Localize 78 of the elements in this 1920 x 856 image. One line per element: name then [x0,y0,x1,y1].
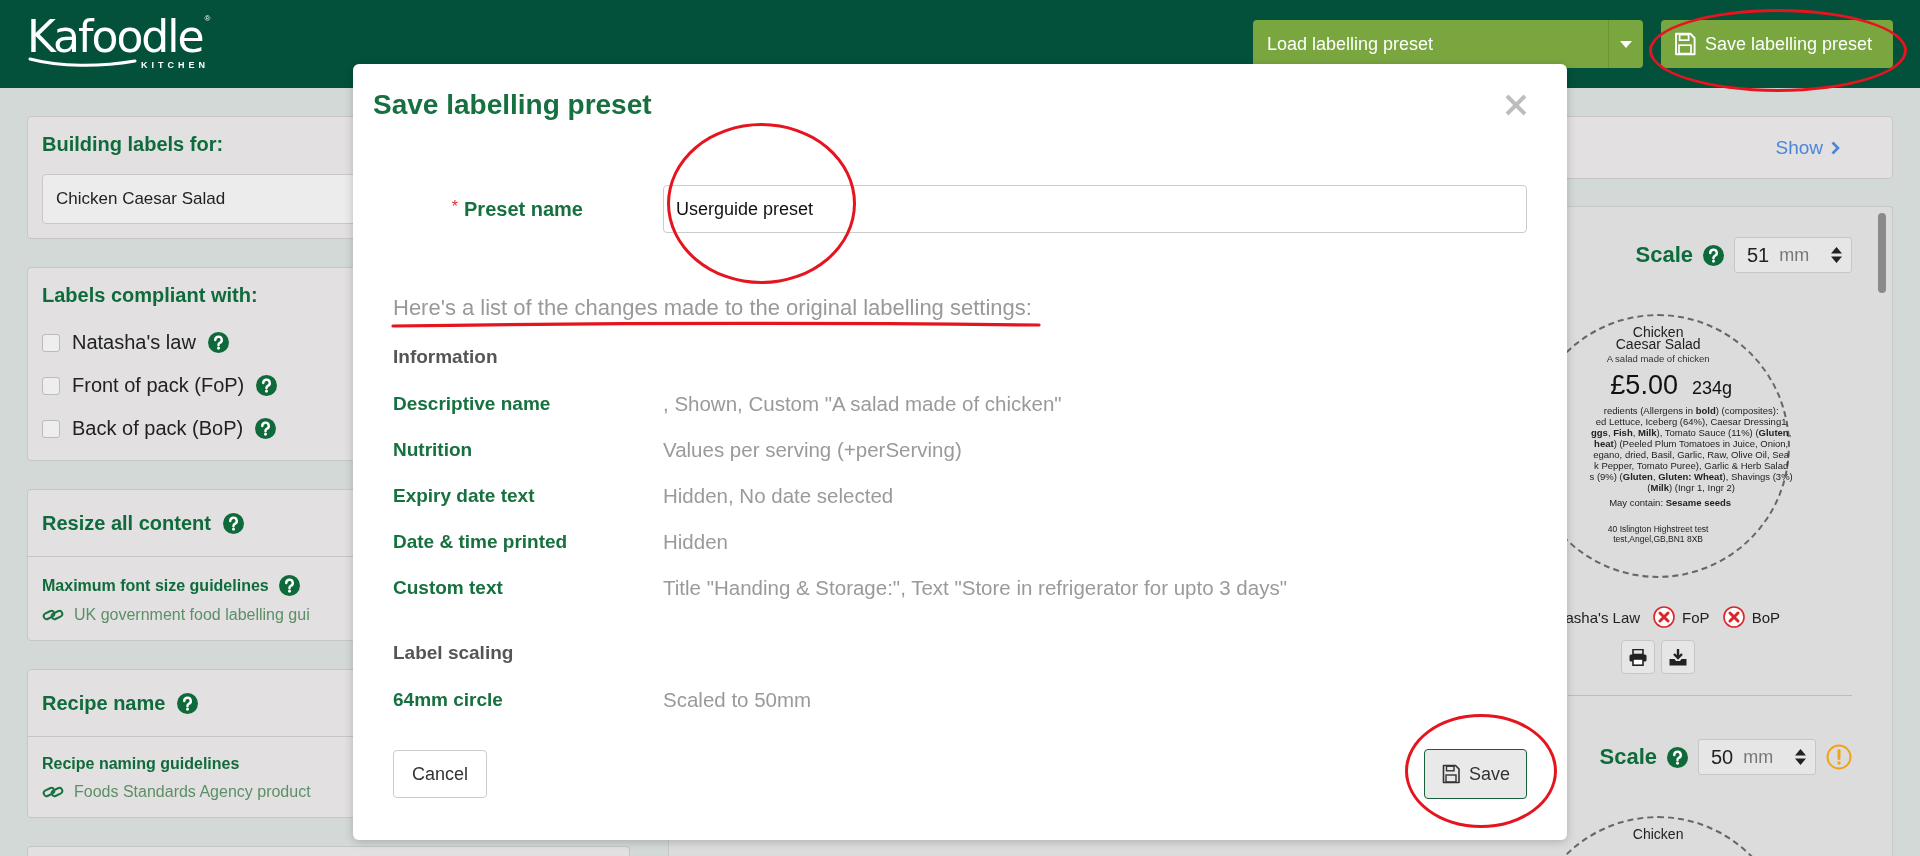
help-icon[interactable] [255,418,277,439]
ingredients-text: redients (Allergens in bold) (composites): [1603,405,1779,416]
ingredients-text: egano, dried, Basil, Garlic, Raw, Olive Oil, Sea [1593,449,1790,460]
checkbox[interactable] [42,333,60,352]
logo: Kafoodle$^{®}$ KITCHEN [27,14,212,70]
help-icon[interactable] [1703,244,1724,266]
checkbox[interactable] [42,376,60,395]
link-icon [42,785,64,799]
checkbox-label: Natasha's law [72,331,196,354]
caret-down-icon [1620,40,1632,48]
help-icon[interactable] [278,575,300,596]
scrollbar[interactable] [1878,213,1886,293]
label-title: Chicken [1632,326,1684,338]
label-title: Chicken [1632,828,1684,840]
address-text: 40 Islington Highstreet test [1607,524,1709,534]
scale-input[interactable]: 50 mm [1698,739,1816,775]
print-button[interactable] [1621,640,1656,674]
ingredients-text: heat) (Peeled Plum Tomatoes in Juice, Onion, [1594,438,1789,449]
ingredients-text: (Milk) (Ingr 1, Ingr 2) [1647,482,1735,493]
setting-value: Values per serving (+perServing) [663,438,962,462]
link-icon [42,608,64,622]
allergen-note: May contain: Sesame seeds [1609,497,1732,508]
ingredients-text: k Pepper, Tomato Puree), Garlic & Herb Salad [1594,460,1789,471]
setting-value: Title "Handing & Storage:", Text "Store in refrigerator for upto 3 days" [663,576,1287,600]
field-label: Preset name [464,197,583,220]
ingredients-text: ggs, Fish, Milk), Tomato Sauce (11%) (Gluten, [1591,427,1792,438]
help-icon[interactable] [207,332,229,353]
label-price: £5.00 [1610,370,1678,401]
setting-value: Hidden, No date selected [663,484,894,508]
setting-name: Expiry date text [393,485,536,507]
download-icon [1669,648,1688,666]
help-icon[interactable] [177,692,199,714]
card-title: Recipe name [42,691,166,715]
guideline-title: Recipe naming guidelines [42,755,240,773]
section-heading: Label scaling [393,641,515,665]
setting-value: , Shown, Custom "A salad made of chicken" [663,392,1062,416]
scale-input[interactable]: 51 mm [1734,237,1852,273]
help-icon[interactable] [1667,746,1688,768]
help-icon[interactable] [222,512,244,534]
compliance-label: asha's Law [1565,608,1641,626]
chevron-right-icon [1831,140,1840,155]
address-text: test,Angel,GB,BN1 8XB [1613,534,1704,544]
required-mark: * [451,197,459,215]
setting-name: 64mm circle [393,689,504,711]
setting-name: Custom text [393,577,504,599]
scale-label: Scale [1635,242,1693,268]
cancel-button[interactable]: Cancel [393,750,488,798]
help-icon[interactable] [256,375,278,396]
compliance-label: BoP [1751,608,1780,626]
label-description: A salad made of chicken [1606,353,1710,364]
guideline-title: Maximum font size guidelines [42,576,269,595]
ingredients-text: s (9%) (Gluten, Gluten: Wheat), Shavings (3%) [1589,471,1793,482]
card-title: Building labels for: [42,133,224,156]
compliance-label: FoP [1682,608,1710,626]
dialog-title: Save labelling preset [373,89,652,121]
setting-value: Scaled to 50mm [663,688,812,712]
download-button[interactable] [1661,640,1696,674]
spinner-arrows-icon[interactable] [1830,246,1843,264]
setting-name: Descriptive name [393,393,552,415]
swoosh-icon [27,56,137,68]
scale-label: Scale [1599,744,1657,770]
spinner-arrows-icon[interactable] [1794,748,1807,766]
label-weight: 234g [1691,378,1732,399]
card-title: Resize all content [42,511,211,535]
section-heading: Information [393,345,499,369]
printer-icon [1629,648,1648,666]
label-title: Caesar Salad [1615,338,1701,350]
save-button[interactable]: Save [1424,749,1527,799]
checkbox[interactable] [42,419,60,438]
setting-value: Hidden [663,530,728,554]
card-title: Labels compliant with: [42,284,258,307]
checkbox-label: Front of pack (FoP) [72,374,245,397]
preset-name-input[interactable]: Userguide preset [663,185,1527,233]
setting-name: Date & time printed [393,531,569,553]
setting-name: Nutrition [393,439,474,461]
intro-text: Here's a list of the changes made to the original labelling settings: [393,295,1033,321]
checkbox-label: Back of pack (BoP) [72,417,244,440]
ingredients-text: ed Lettuce, Iceberg (64%), Caesar Dressing1 [1595,416,1787,427]
